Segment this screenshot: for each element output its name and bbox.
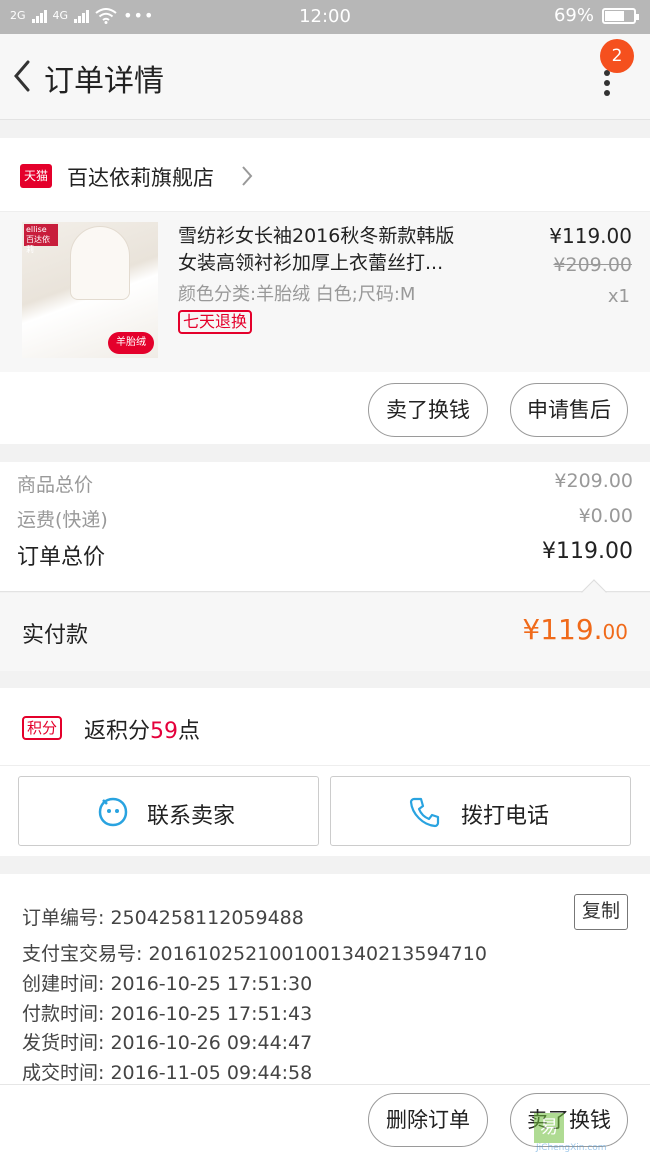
store-card: 天猫 百达依莉旗舰店 ellise 百达依莉 羊胎绒 雪纺衫女长袖2016秋冬新… xyxy=(0,138,650,444)
watermark-logo-icon: 易 xyxy=(534,1113,564,1143)
shipped-time: 发货时间: 2016-10-26 09:44:47 xyxy=(22,1032,313,1054)
paid-amount-cents: 00 xyxy=(602,620,628,644)
product-price: ¥119.00 xyxy=(549,224,632,248)
status-right: 69% xyxy=(553,5,639,26)
thumb-brand-logo: ellise 百达依莉 xyxy=(24,224,58,254)
product-thumbnail[interactable]: ellise 百达依莉 羊胎绒 xyxy=(22,222,158,358)
watermark-url: JiChengXin.com xyxy=(536,1143,607,1153)
more-menu-icon[interactable] xyxy=(600,70,614,96)
goods-total-label: 商品总价 xyxy=(17,474,94,496)
points-suffix: 点 xyxy=(178,719,201,744)
battery-icon xyxy=(602,7,639,24)
order-total-label: 订单总价 xyxy=(17,545,106,570)
completed-time: 成交时间: 2016-11-05 09:44:58 xyxy=(22,1062,313,1084)
seven-day-return-badge: 七天退换 xyxy=(178,310,253,334)
chevron-right-icon xyxy=(242,166,253,186)
paid-amount-row: 实付款 ¥119.00 xyxy=(0,579,650,671)
battery-percent: 69% xyxy=(553,5,594,26)
copy-order-number-button[interactable]: 复制 xyxy=(574,894,628,930)
points-text: 返积分59点 xyxy=(84,713,200,745)
tmall-logo-icon: 天猫 xyxy=(20,164,52,188)
thumb-model-figure xyxy=(70,226,130,300)
paid-amount: ¥119.00 xyxy=(522,613,628,646)
store-name[interactable]: 百达依莉旗舰店 xyxy=(67,162,214,192)
status-time: 12:00 xyxy=(299,6,351,27)
page-title: 订单详情 xyxy=(44,64,164,99)
thumb-material-tag: 羊胎绒 xyxy=(108,332,154,354)
goods-total-value: ¥209.00 xyxy=(554,470,633,492)
site-watermark: 易 JiChengXin.com xyxy=(534,1113,646,1153)
product-title-line2: 女装高领衬衫加厚上衣蕾丝打... xyxy=(178,252,444,274)
sell-for-cash-button[interactable]: 卖了换钱 xyxy=(368,383,488,437)
product-original-price: ¥209.00 xyxy=(553,254,632,276)
points-value: 59 xyxy=(150,719,179,744)
paid-amount-main: ¥119. xyxy=(522,613,603,646)
order-info-section: 订单编号: 2504258112059488 支付宝交易号: 201610252… xyxy=(0,874,650,1084)
notification-badge: 2 xyxy=(600,39,634,73)
call-phone-button[interactable]: 拨打电话 xyxy=(330,776,631,846)
call-phone-label: 拨打电话 xyxy=(461,804,550,829)
phone-icon xyxy=(409,797,440,828)
status-bar: 2G 4G ••• 12:00 69% xyxy=(0,0,650,34)
paid-label: 实付款 xyxy=(22,623,89,648)
apply-after-sale-button[interactable]: 申请售后 xyxy=(510,383,628,437)
shipping-label: 运费(快递) xyxy=(17,509,108,531)
order-number: 订单编号: 2504258112059488 xyxy=(22,907,304,929)
nav-bar: 订单详情 2 xyxy=(0,34,650,120)
bottom-action-bar: 删除订单 卖了换钱 易 JiChengXin.com xyxy=(0,1084,650,1155)
store-header[interactable]: 天猫 百达依莉旗舰店 xyxy=(0,138,650,212)
created-time: 创建时间: 2016-10-25 17:51:30 xyxy=(22,973,313,995)
contact-actions: 联系卖家 拨打电话 xyxy=(0,766,650,856)
contact-seller-button[interactable]: 联系卖家 xyxy=(18,776,319,846)
product-row[interactable]: ellise 百达依莉 羊胎绒 雪纺衫女长袖2016秋冬新款韩版 女装高领衬衫加… xyxy=(0,212,650,372)
paid-time: 付款时间: 2016-10-25 17:51:43 xyxy=(22,1003,313,1025)
points-prefix: 返积分 xyxy=(84,719,151,744)
alipay-trade-number: 支付宝交易号: 2016102521001001340213594710 xyxy=(22,943,487,965)
back-arrow-icon[interactable] xyxy=(10,58,36,94)
product-sku: 颜色分类:羊胎绒 白色;尺码:M xyxy=(178,284,416,305)
contact-seller-label: 联系卖家 xyxy=(147,804,236,829)
price-summary: 商品总价 ¥209.00 运费(快递) ¥0.00 订单总价 ¥119.00 xyxy=(0,462,650,592)
points-tag: 积分 xyxy=(22,716,63,740)
chat-bubble-icon xyxy=(98,797,128,827)
points-row: 积分 返积分59点 xyxy=(0,688,650,766)
shipping-value: ¥0.00 xyxy=(578,505,633,527)
product-title: 雪纺衫女长袖2016秋冬新款韩版 女装高领衬衫加厚上衣蕾丝打... xyxy=(178,223,508,277)
product-quantity: x1 xyxy=(607,286,630,307)
order-total-value: ¥119.00 xyxy=(542,539,633,564)
product-title-line1: 雪纺衫女长袖2016秋冬新款韩版 xyxy=(178,225,455,247)
delete-order-button[interactable]: 删除订单 xyxy=(368,1093,488,1147)
